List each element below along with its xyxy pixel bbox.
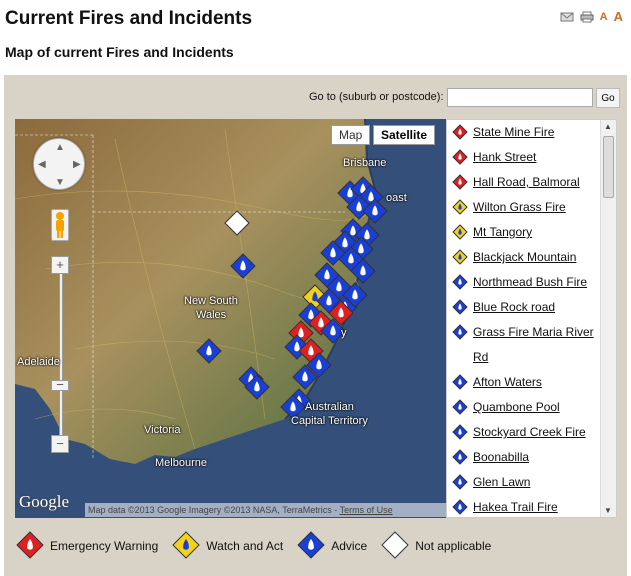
advice-legend-icon [297,530,331,562]
incident-list-item[interactable]: Blue Rock road [447,295,616,320]
place-label-victoria: Victoria [144,424,181,436]
zoom-out-button[interactable]: − [51,435,69,453]
incident-link[interactable]: Hank Street [473,150,536,164]
emergency-legend-icon [16,530,50,562]
incident-link[interactable]: Boonabilla [473,450,529,464]
map-type-satellite-button[interactable]: Satellite [373,125,436,145]
goto-input[interactable] [447,88,593,107]
place-label-melbourne: Melbourne [155,457,207,469]
incident-list-item[interactable]: Stockyard Creek Fire [447,420,616,445]
place-label-act-line2: Capital Territory [291,415,368,427]
incident-list-item[interactable]: Northmead Bush Fire [447,270,616,295]
scroll-down-icon[interactable]: ▼ [604,506,612,515]
map-type-map-button[interactable]: Map [331,125,371,145]
na-map-marker-icon[interactable] [224,210,250,241]
incident-list-item[interactable]: Mt Tangory [447,220,616,245]
incident-link[interactable]: Blue Rock road [473,300,555,314]
incident-link[interactable]: Wilton Grass Fire [473,200,566,214]
incident-link[interactable]: Quambone Pool [473,400,560,414]
legend-item-watch: Watch and Act [172,530,284,562]
advice-map-marker-icon[interactable] [196,338,222,369]
legend-item-emergency: Emergency Warning [16,530,159,562]
place-label-adelaide: Adelaide [17,356,60,368]
place-label-coast: oast [386,192,407,204]
attribution-text: Map data ©2013 Google Imagery ©2013 NASA… [88,505,340,515]
map-view[interactable]: Map Satellite ▲ ▼ ◀ ▶ + − − Brisbane oas… [15,119,446,518]
place-label-act-line1: Australian [305,401,354,413]
goto-label: Go to (suburb or postcode): [309,91,444,103]
legend-label: Watch and Act [206,539,284,553]
watch-legend-icon [172,530,206,562]
page-title: Current Fires and Incidents [5,8,253,29]
incident-link[interactable]: Rd [473,350,488,364]
zoom-in-button[interactable]: + [51,256,69,274]
map-legend: Emergency Warning Watch and Act Advice Not … [16,530,505,562]
street-view-pegman-icon[interactable] [51,209,69,241]
map-subtitle: Map of current Fires and Incidents [5,44,234,60]
legend-item-advice: Advice [297,530,368,562]
legend-item-na: Not applicable [381,530,492,562]
incident-link[interactable]: Grass Fire Maria River [473,325,594,339]
legend-label: Emergency Warning [50,539,159,553]
incident-list-item[interactable]: Glen Lawn [447,470,616,495]
incident-list-item[interactable]: Blackjack Mountain [447,245,616,270]
pan-down-icon[interactable]: ▼ [55,177,65,188]
place-label-brisbane: Brisbane [343,157,387,169]
incident-list-item[interactable]: Hakea Trail Fire [447,495,616,517]
incident-link[interactable]: Northmead Bush Fire [473,275,587,289]
incident-list-item[interactable]: Afton Waters [447,370,616,395]
go-button[interactable]: Go [596,88,620,108]
incident-list-item-continuation[interactable]: Rd [447,345,616,370]
map-attribution: Map data ©2013 Google Imagery ©2013 NASA… [85,503,446,517]
text-size-large-button[interactable]: A [614,10,623,23]
incident-link[interactable]: Mt Tangory [473,225,532,239]
advice-map-marker-icon[interactable] [230,253,256,284]
incident-link[interactable]: Hall Road, Balmoral [473,175,580,189]
incident-link[interactable]: Blackjack Mountain [473,250,576,264]
terms-of-use-link[interactable]: Terms of Use [340,505,393,515]
incident-list-scrollbar[interactable]: ▲ ▼ [600,120,616,517]
advice-fire-icon [452,499,468,517]
google-logo: Google [19,492,70,511]
incident-link[interactable]: Hakea Trail Fire [473,500,558,514]
zoom-slider-handle[interactable]: − [51,378,69,391]
incident-list-item[interactable]: Quambone Pool [447,395,616,420]
incident-list-item[interactable]: Boonabilla [447,445,616,470]
incident-list-item[interactable]: Hank Street [447,145,616,170]
legend-label: Not applicable [415,539,492,553]
pan-control[interactable]: ▲ ▼ ◀ ▶ [33,138,85,190]
page-tools: A A [560,10,623,23]
incident-list-item[interactable]: Wilton Grass Fire [447,195,616,220]
place-label-nsw-line2: Wales [196,309,227,321]
place-label-nsw-line1: New South [184,295,238,307]
advice-map-marker-icon[interactable] [244,374,270,405]
incident-list[interactable]: State Mine Fire Hank Street Hall Road, Bal… [446,119,617,518]
place-label-sydney-fragment: y [341,327,347,339]
incident-link[interactable]: State Mine Fire [473,125,554,139]
incident-link[interactable]: Stockyard Creek Fire [473,425,586,439]
pan-left-icon[interactable]: ◀ [38,159,46,170]
incident-link[interactable]: Afton Waters [473,375,542,389]
text-size-small-button[interactable]: A [600,11,608,23]
map-panel: Go to (suburb or postcode): Go Map Satel… [4,75,627,576]
pan-right-icon[interactable]: ▶ [73,159,81,170]
pan-up-icon[interactable]: ▲ [55,142,65,153]
incident-list-item[interactable]: State Mine Fire [447,120,616,145]
na-legend-icon [381,530,415,562]
scroll-thumb[interactable] [603,136,614,198]
scroll-up-icon[interactable]: ▲ [604,122,612,131]
incident-list-item[interactable]: Hall Road, Balmoral [447,170,616,195]
incident-link[interactable]: Glen Lawn [473,475,530,489]
legend-label: Advice [331,539,368,553]
email-icon[interactable] [560,11,574,23]
incident-list-item[interactable]: Grass Fire Maria River [447,320,616,345]
print-icon[interactable] [580,11,594,23]
incident-list-items: State Mine Fire Hank Street Hall Road, Bal… [447,120,616,517]
